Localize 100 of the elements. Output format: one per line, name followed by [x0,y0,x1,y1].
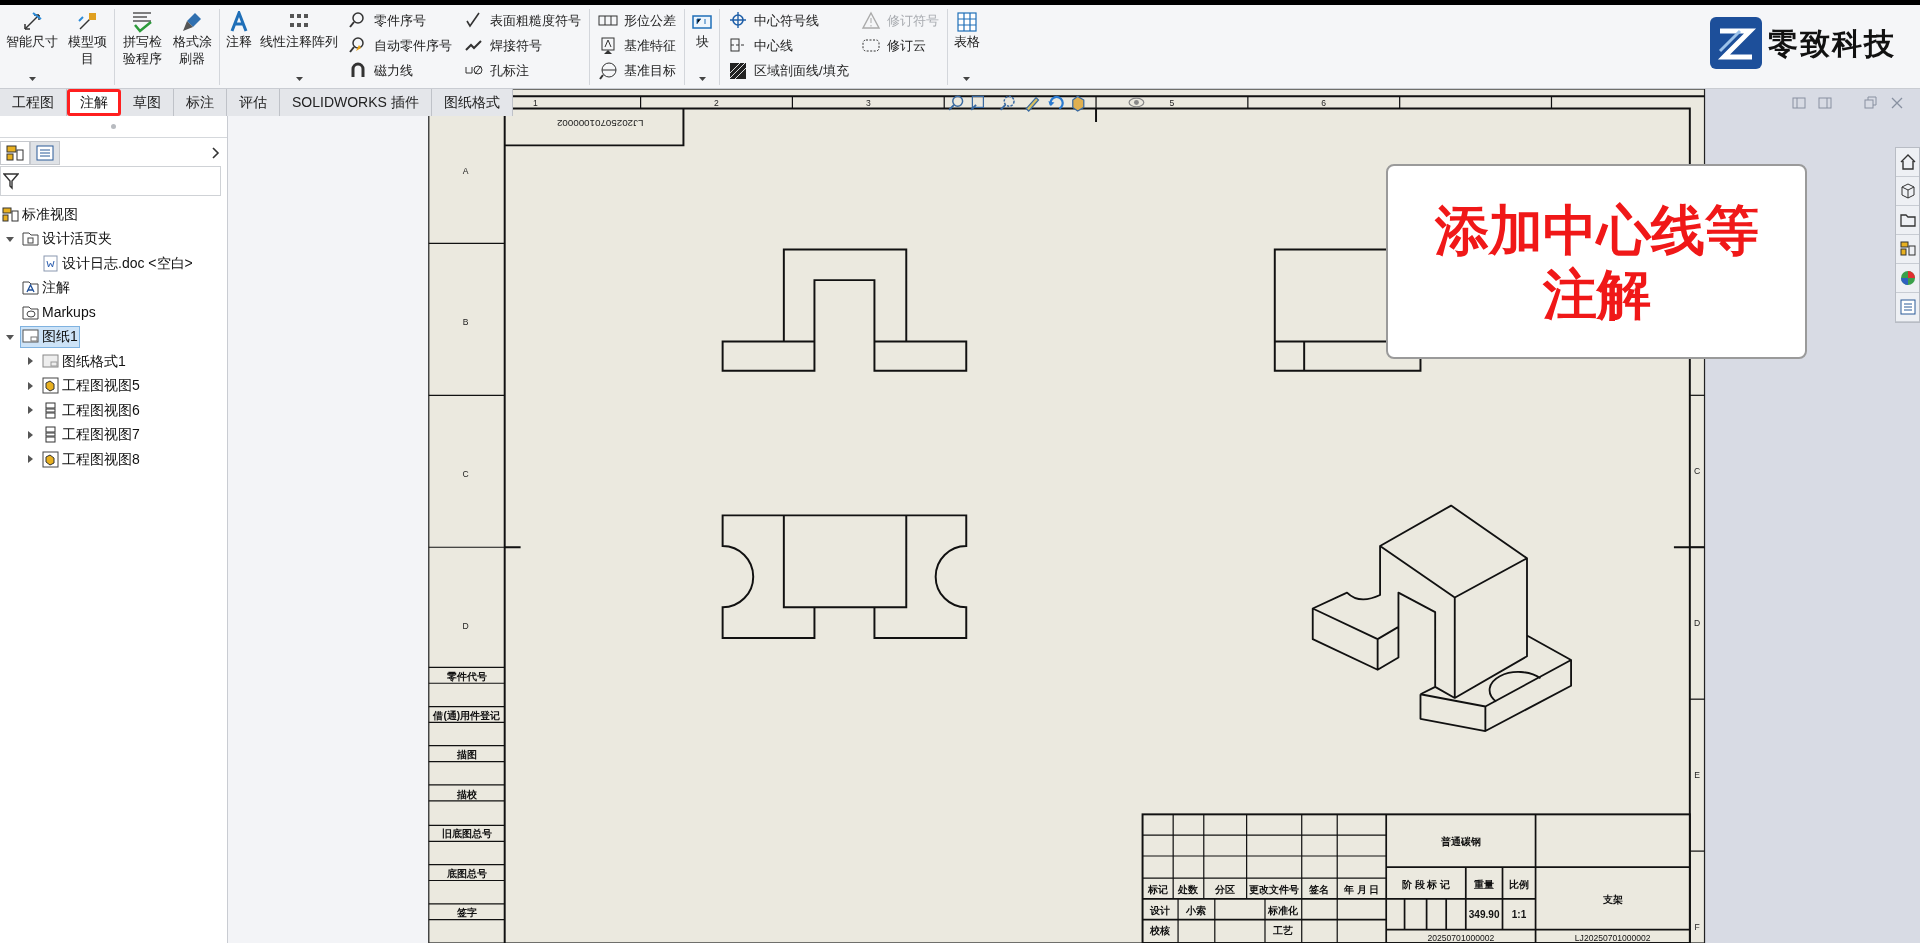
zone-letter: B [462,317,469,328]
expand-arrow-icon[interactable] [26,381,34,390]
zone-number: 1 [532,98,538,109]
tree-item[interactable]: 工程图视图8 [40,448,142,471]
ribbon-command[interactable]: 区域剖面线/填充 [726,59,851,83]
annotation-folder-icon [22,279,39,297]
part-view-icon [42,450,59,468]
rotate-arrow-icon[interactable] [1048,95,1064,110]
expand-arrow-icon[interactable] [26,406,34,415]
property-manager-tab[interactable] [30,141,60,165]
side-label: 描校 [456,788,477,800]
standard-views-icon [2,205,19,223]
title-block-label: 比例 [1509,878,1530,890]
zone-number: 5 [1169,98,1175,109]
feature-manager-tab[interactable] [0,141,30,165]
ribbon-command[interactable]: 孔标注 [462,59,583,83]
expand-arrow-icon[interactable] [26,357,34,366]
ribbon-command[interactable]: 形位公差 [596,9,678,33]
projected-view-icon [42,401,59,419]
ribbon-command[interactable]: 表面粗糙度符号 [462,9,583,33]
zone-letter: A [462,165,469,176]
side-label: 底图总号 [446,867,487,879]
markup-folder-icon [22,303,39,321]
magnifier-icon[interactable] [948,95,964,111]
sheet-icon [22,328,39,346]
ribbon-command[interactable]: 基准目标 [596,59,678,83]
ribbon-command[interactable]: 零件序号 [346,9,454,33]
dropdown-caret-icon [963,77,971,81]
logo-icon [1710,17,1762,69]
title-block-label: 标准化 [1268,904,1299,916]
material-text: 普通碳钢 [1440,836,1481,847]
part-view-icon [42,377,59,395]
ribbon-command[interactable]: 焊接符号 [462,34,583,58]
ribbon-button[interactable]: 格式涂刷器 [168,9,216,85]
side-label: 描图 [456,749,477,761]
sheet-format-icon [42,352,59,370]
zone-letter: C [462,469,469,480]
weight-value: 349.90 [1468,909,1500,921]
zone-letter: D [1694,617,1701,628]
collapse-arrow-icon[interactable] [6,234,14,243]
ribbon-command[interactable]: 中心符号线 [726,9,851,33]
title-block-label: 重量 [1474,878,1495,890]
hatch-icon [728,61,748,81]
collapse-arrow-icon[interactable] [6,332,14,341]
title-block-label: 阶 段 标 记 [1401,878,1451,890]
ribbon-button[interactable]: 拼写检验程序 [118,9,166,85]
ribbon-command[interactable]: 自动零件序号 [346,34,454,58]
title-block-label: 签名 [1309,883,1330,895]
side-label: 零件代号 [446,670,487,682]
spell-check-icon [131,11,153,33]
title-block-label: 处数 [1178,883,1199,895]
tree-item[interactable]: Markups [20,301,98,324]
title-block-label: 工艺 [1273,925,1294,937]
callout-text: 添加中心线等注解 [1433,198,1760,326]
pencil-icon[interactable] [1025,96,1040,112]
magnifier-icon[interactable] [999,95,1015,111]
title-block-label: 分区 [1215,883,1236,895]
title-block-value: 小索 [1186,904,1207,916]
tree-item[interactable]: 设计活页夹 [20,227,114,250]
brush-icon [181,11,203,33]
title-block-label: 校核 [1150,925,1171,937]
expand-arrow-icon[interactable] [26,455,34,464]
filter-field[interactable] [0,166,221,196]
ribbon-button[interactable]: 线性注释阵列 [257,9,341,85]
side-label: 旧底图总号 [441,828,492,840]
tree-item[interactable]: 注解 [20,276,72,299]
eye-icon[interactable] [1128,97,1145,108]
ribbon-command[interactable]: 基准特征 [596,34,678,58]
dropdown-caret-icon [295,77,303,81]
zone-number: 6 [1321,98,1327,109]
ribbon-button[interactable]: 模型项目 [63,9,111,85]
ribbon-button[interactable]: 智能尺寸 [3,9,61,85]
title-block-label: 年 月 日 [1343,883,1380,895]
tree-item[interactable]: 图纸1 [20,325,80,348]
tree-item[interactable]: 工程图视图6 [40,399,142,422]
ribbon-command[interactable]: 磁力线 [346,59,454,83]
ribbon-command[interactable]: 修订云 [858,34,941,58]
title-block-label: 标记 [1147,883,1168,895]
scale-value: 1:1 [1511,909,1527,921]
side-label: 签字 [456,907,477,919]
title-block-label: 更改文件号 [1249,883,1300,895]
expand-arrow-icon[interactable] [26,430,34,439]
zone-number: 3 [865,98,871,109]
tab[interactable]: 注解 [67,89,121,116]
warning-triangle-icon [860,11,881,31]
splitter-handle[interactable] [111,124,116,129]
title-block-label: 设计 [1150,904,1171,916]
zone-letter: D [462,621,469,632]
filter-icon [3,172,19,190]
ribbon-button[interactable]: 表格 [950,9,983,85]
tree-item[interactable]: 图纸格式1 [40,350,128,373]
ribbon-command[interactable]: 中心线 [726,34,851,58]
ribbon-button[interactable]: 块 [688,9,716,85]
tree-item[interactable]: 工程图视图7 [40,423,142,446]
tree-item[interactable]: 设计日志.doc <空白> [40,252,195,275]
zoom-box-icon[interactable] [970,95,984,111]
tree-item[interactable]: 工程图视图5 [40,374,142,397]
ribbon-button[interactable]: 注释 [223,9,255,85]
drawing-number-text: LJ20250701000002 [556,117,644,129]
tree-item[interactable]: 标准视图 [0,203,80,226]
